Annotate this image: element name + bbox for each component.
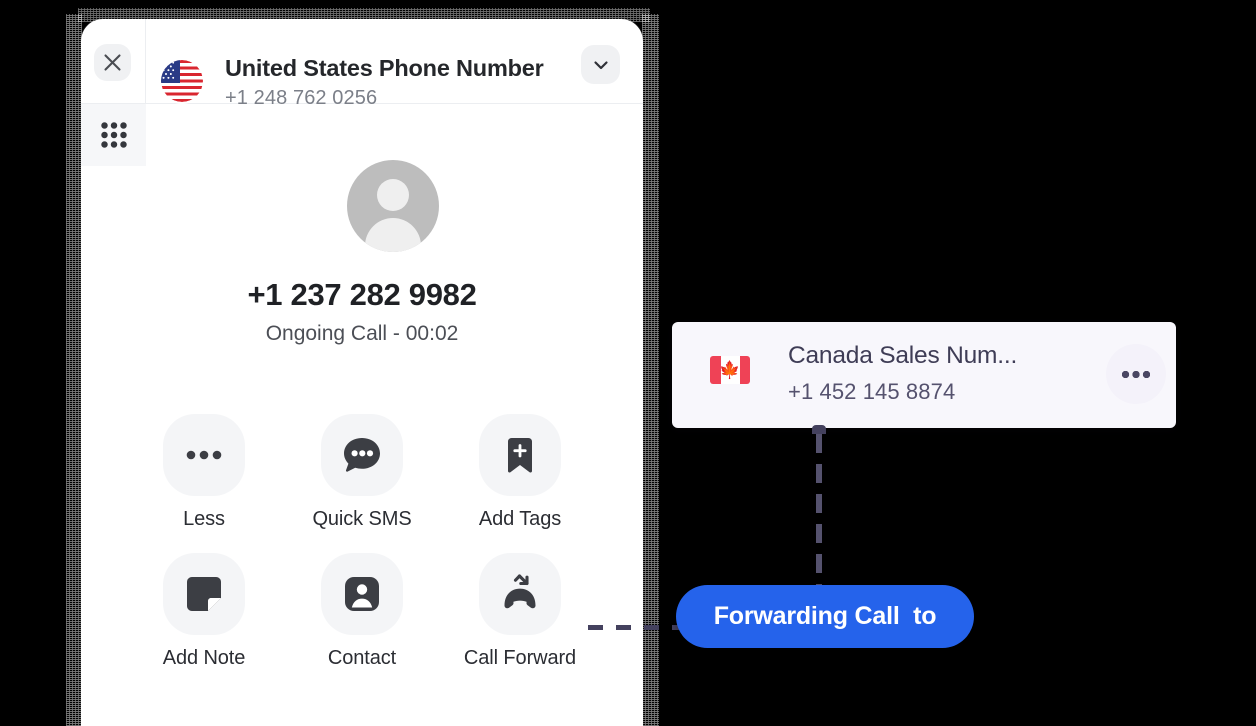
call-status: Ongoing Call - 00:02 bbox=[265, 322, 459, 345]
action-quick-sms[interactable]: Quick SMS bbox=[312, 414, 412, 531]
action-row-2: Add Note Contact Call Forward bbox=[81, 553, 643, 670]
chat-bubble-icon bbox=[344, 438, 380, 472]
panel-edge-grain-right bbox=[642, 14, 659, 726]
action-add-note[interactable]: Add Note bbox=[163, 553, 245, 670]
panel-header: United States Phone Number +1 248 762 02… bbox=[81, 19, 643, 109]
canada-flag-icon: 🍁 bbox=[710, 356, 750, 384]
action-contact[interactable]: Contact bbox=[321, 553, 403, 670]
screen-root: United States Phone Number +1 248 762 02… bbox=[0, 0, 1256, 726]
call-panel: United States Phone Number +1 248 762 02… bbox=[81, 19, 643, 726]
ellipsis-icon bbox=[186, 450, 222, 460]
call-phone-number: +1 237 282 9982 bbox=[247, 277, 477, 312]
header-phone-number: +1 248 762 0256 bbox=[225, 87, 378, 109]
connector-nub bbox=[812, 425, 826, 434]
action-call-forward[interactable]: Call Forward bbox=[464, 553, 576, 670]
action-label: Add Note bbox=[162, 647, 246, 669]
action-row-1: Less Quick SMS Add Tags bbox=[81, 414, 643, 531]
action-label: Quick SMS bbox=[312, 508, 412, 530]
dialpad-grid-icon bbox=[100, 122, 127, 148]
close-button[interactable] bbox=[94, 44, 131, 81]
action-tile bbox=[321, 553, 403, 635]
forwarding-call-label: Forwarding Call to bbox=[713, 602, 937, 630]
close-icon bbox=[104, 54, 121, 71]
call-forward-icon bbox=[504, 574, 536, 609]
action-tile bbox=[163, 553, 245, 635]
action-tile bbox=[321, 414, 403, 496]
action-label: Contact bbox=[327, 647, 397, 669]
forward-target-phone-number: +1 452 145 8874 bbox=[788, 379, 956, 404]
action-tile bbox=[163, 414, 245, 496]
more-options-button[interactable] bbox=[1106, 344, 1166, 404]
more-options-icon bbox=[1122, 370, 1150, 378]
forward-target-card[interactable]: 🍁 Canada Sales Num... +1 452 145 8874 bbox=[672, 322, 1176, 428]
dialpad-tab[interactable] bbox=[81, 104, 146, 166]
panel-edge-grain-left bbox=[66, 14, 82, 726]
avatar bbox=[347, 160, 439, 252]
connector-line-horizontal bbox=[588, 625, 684, 630]
action-tile bbox=[479, 414, 561, 496]
forwarding-call-banner[interactable]: Forwarding Call to bbox=[676, 585, 974, 648]
action-add-tags[interactable]: Add Tags bbox=[479, 414, 561, 531]
contact-person-icon bbox=[345, 577, 379, 611]
action-label: Less bbox=[183, 508, 225, 530]
expand-collapse-button[interactable] bbox=[581, 45, 620, 84]
us-flag-icon bbox=[161, 60, 203, 102]
forward-target-title: Canada Sales Num... bbox=[788, 342, 1018, 369]
page-title: United States Phone Number bbox=[225, 55, 544, 81]
close-button-column bbox=[81, 19, 146, 103]
action-label: Call Forward bbox=[463, 647, 577, 669]
action-grid: Less Quick SMS Add Tags Add Note Contact… bbox=[81, 414, 643, 692]
action-label: Add Tags bbox=[478, 508, 562, 530]
action-tile bbox=[479, 553, 561, 635]
chevron-down-icon bbox=[593, 60, 608, 69]
connector-line-vertical bbox=[816, 434, 822, 598]
bookmark-plus-icon bbox=[508, 438, 532, 473]
sticky-note-icon bbox=[187, 577, 221, 611]
action-less[interactable]: Less bbox=[163, 414, 245, 531]
